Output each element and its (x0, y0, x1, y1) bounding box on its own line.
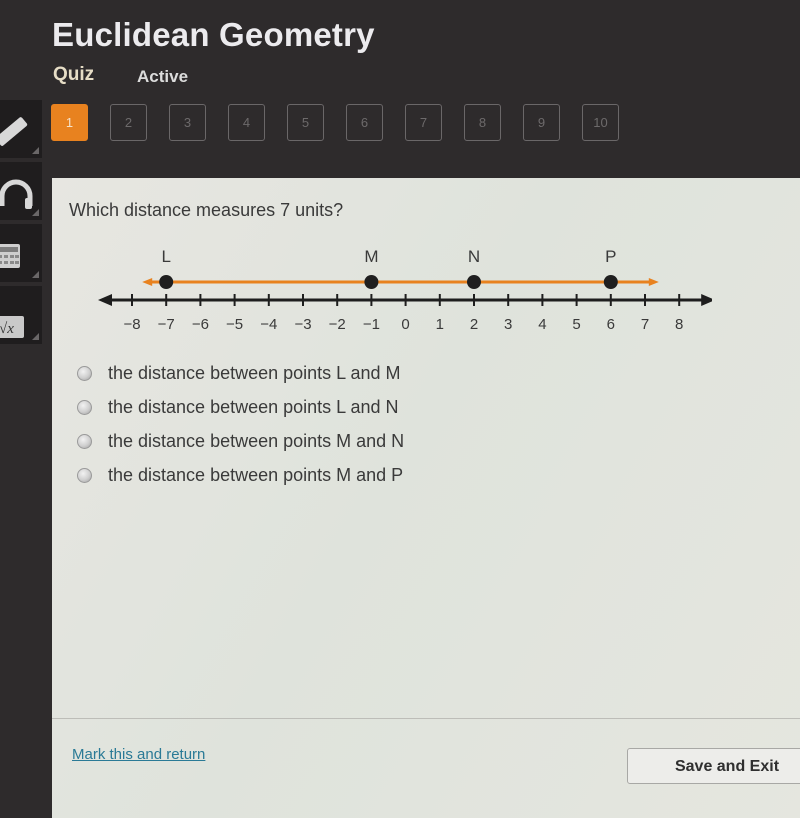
number-line: −8 −7 −6 −5 −4 −3 −2 −1 0 1 2 3 4 5 6 7 8 L M N P (98, 247, 712, 333)
audio-tool-button[interactable] (0, 162, 42, 222)
answer-option-text: the distance between points M and N (108, 430, 405, 451)
axis-left-arrow (98, 294, 112, 306)
answer-options: the distance between points L and M the … (77, 356, 404, 492)
tick-label: 1 (436, 316, 444, 333)
radio-button[interactable] (77, 399, 92, 415)
tick-label: 6 (607, 316, 615, 333)
point-label-n: N (468, 247, 480, 266)
tick-label: −3 (294, 316, 311, 333)
answer-option-text: the distance between points L and M (108, 362, 401, 383)
tick-label: 3 (504, 316, 512, 333)
expand-corner-icon (32, 271, 39, 278)
question-button-10[interactable]: 10 (582, 104, 619, 141)
question-button-3[interactable]: 3 (169, 104, 206, 141)
point-label-l: L (161, 247, 170, 266)
answer-option-text: the distance between points M and P (108, 464, 404, 485)
answer-option-3[interactable]: the distance between points M and N (77, 424, 404, 458)
expand-corner-icon (32, 147, 39, 154)
question-panel: Which distance measures 7 units? −8 −7 −6−… (52, 178, 800, 818)
tick-label: 8 (675, 316, 683, 333)
svg-text:√x: √x (0, 321, 14, 337)
point-n (467, 275, 481, 289)
question-button-8[interactable]: 8 (464, 104, 501, 141)
expand-corner-icon (32, 209, 39, 216)
answer-option-4[interactable]: the distance between points M and P (77, 458, 404, 492)
point-label-p: P (605, 247, 616, 266)
question-button-7[interactable]: 7 (405, 104, 442, 141)
highlight-left-arrow (142, 278, 153, 286)
answer-option-2[interactable]: the distance between points L and N (77, 390, 404, 424)
calculator-tool-button[interactable] (0, 224, 42, 284)
tick-label: −1 (363, 316, 380, 333)
radio-button[interactable] (77, 433, 92, 449)
answer-option-text: the distance between points L and N (108, 396, 399, 417)
tick-label: 4 (538, 316, 546, 333)
answer-option-1[interactable]: the distance between points L and M (77, 356, 404, 390)
tick-label: 0 (401, 316, 409, 333)
radio-button[interactable] (77, 365, 92, 381)
course-title: Euclidean Geometry (52, 16, 375, 53)
section-label: Quiz (53, 64, 95, 85)
question-button-4[interactable]: 4 (228, 104, 265, 141)
save-and-exit-button[interactable]: Save and Exit (627, 748, 800, 784)
tick-label: −6 (192, 316, 209, 333)
status-label: Active (137, 67, 189, 86)
tick-label: 2 (470, 316, 478, 333)
highlight-right-arrow (648, 278, 659, 286)
footer-divider (52, 718, 800, 719)
question-button-9[interactable]: 9 (523, 104, 560, 141)
question-text: Which distance measures 7 units? (69, 200, 344, 220)
axis-right-arrow (701, 294, 712, 306)
tick-label: −7 (158, 316, 175, 333)
tick-label: −4 (260, 316, 277, 333)
tick-label: −5 (226, 316, 243, 333)
formula-tool-button[interactable]: √x (0, 286, 42, 346)
point-p (603, 275, 618, 289)
question-button-1[interactable]: 1 (51, 104, 88, 141)
point-m (364, 275, 379, 289)
tick-label: −8 (123, 316, 140, 333)
point-label-m: M (364, 247, 378, 266)
question-button-5[interactable]: 5 (287, 104, 324, 141)
expand-corner-icon (32, 333, 39, 340)
question-button-6[interactable]: 6 (346, 104, 383, 141)
pencil-tool-button[interactable] (0, 100, 42, 160)
tick-label: 7 (641, 316, 649, 333)
point-l (159, 275, 174, 289)
mark-and-return-link[interactable]: Mark this and return (72, 746, 205, 763)
tick-label: 5 (572, 316, 580, 333)
tick-label: −2 (329, 316, 346, 333)
radio-button[interactable] (77, 467, 92, 483)
question-button-2[interactable]: 2 (110, 104, 147, 141)
